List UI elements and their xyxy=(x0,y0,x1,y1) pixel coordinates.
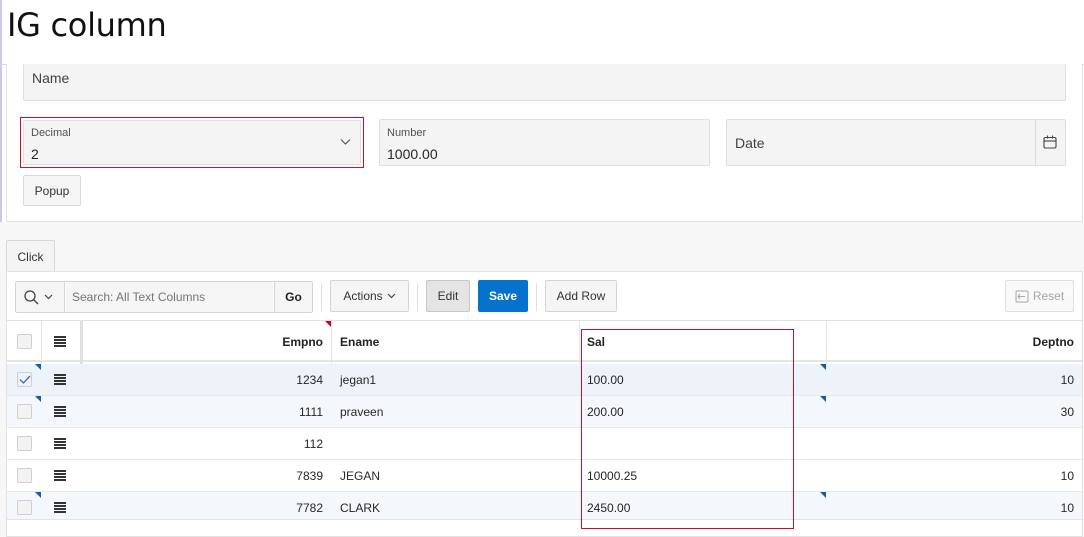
cell-empno[interactable]: 1111 xyxy=(83,396,327,427)
table-row[interactable]: 7782 CLARK 2450.00 10 xyxy=(7,492,1082,519)
row-checkbox[interactable] xyxy=(17,468,32,483)
decimal-value: 2 xyxy=(31,146,39,162)
cell-ename[interactable]: praveen xyxy=(340,396,576,427)
number-value: 1000.00 xyxy=(387,146,438,162)
toolbar-separator xyxy=(321,283,322,311)
number-field[interactable]: Number 1000.00 xyxy=(379,119,710,166)
interactive-grid: Empno Ename Sal Deptno 1234 jegan1 100.0… xyxy=(6,320,1083,520)
calendar-icon[interactable] xyxy=(1043,135,1057,149)
save-button[interactable]: Save xyxy=(478,280,528,312)
cell-ename[interactable]: JEGAN xyxy=(340,460,576,491)
checkmark-icon xyxy=(19,375,31,384)
row-checkbox[interactable] xyxy=(17,436,32,451)
sal-column-highlight xyxy=(581,329,794,529)
cell-deptno[interactable]: 10 xyxy=(828,460,1074,491)
date-field[interactable]: Date xyxy=(726,119,1066,166)
cell-ename[interactable]: CLARK xyxy=(340,492,576,519)
table-row[interactable]: 112 xyxy=(7,428,1082,459)
row-checkbox[interactable] xyxy=(17,404,32,419)
chevron-down-icon xyxy=(340,139,351,145)
actions-menu-button[interactable]: Actions xyxy=(330,280,409,312)
changed-row-marker xyxy=(35,364,41,370)
name-field[interactable]: Name xyxy=(23,64,1066,101)
cell-ename[interactable] xyxy=(340,428,576,459)
changed-row-marker xyxy=(35,396,41,402)
row-actions-icon[interactable] xyxy=(54,406,66,417)
changed-cell-marker xyxy=(820,396,826,402)
click-button[interactable]: Click xyxy=(6,240,55,272)
chevron-down-icon xyxy=(44,294,53,300)
actions-label: Actions xyxy=(343,289,383,303)
date-divider xyxy=(1035,120,1036,165)
row-checkbox[interactable] xyxy=(17,500,32,515)
cell-empno[interactable]: 7839 xyxy=(83,460,327,491)
row-checkbox[interactable] xyxy=(17,372,32,387)
decimal-select[interactable]: Decimal 2 xyxy=(23,120,361,165)
decimal-label: Decimal xyxy=(31,127,71,139)
cell-deptno[interactable] xyxy=(828,428,1074,459)
grid-footer xyxy=(6,520,1083,537)
go-button[interactable]: Go xyxy=(274,282,312,312)
cell-empno[interactable]: 112 xyxy=(83,428,327,459)
page-title: IG column xyxy=(7,6,167,44)
date-label: Date xyxy=(735,135,765,151)
reset-button[interactable]: Reset xyxy=(1005,280,1074,312)
add-row-button[interactable]: Add Row xyxy=(545,280,617,312)
cell-deptno[interactable]: 10 xyxy=(828,492,1074,519)
number-label: Number xyxy=(387,127,427,139)
chevron-down-icon xyxy=(387,293,396,299)
search-input[interactable] xyxy=(66,282,273,312)
edit-toggle-button[interactable]: Edit xyxy=(426,280,470,312)
cell-empno[interactable]: 7782 xyxy=(83,492,327,519)
select-all-checkbox[interactable] xyxy=(17,334,32,349)
changed-cell-marker xyxy=(820,364,826,370)
cell-ename[interactable]: jegan1 xyxy=(340,364,576,395)
cell-deptno[interactable]: 30 xyxy=(828,396,1074,427)
toolbar-separator xyxy=(536,283,537,311)
cell-empno[interactable]: 1234 xyxy=(83,364,327,395)
toolbar-separator xyxy=(417,283,418,311)
header-ename[interactable]: Ename xyxy=(340,321,580,362)
row-actions-icon[interactable] xyxy=(54,374,66,385)
search-icon xyxy=(24,290,39,305)
search-bar: Go xyxy=(15,281,313,313)
row-actions-icon[interactable] xyxy=(54,470,66,481)
changed-cell-marker xyxy=(820,492,826,498)
row-actions-icon[interactable] xyxy=(54,502,66,513)
header-empno[interactable]: Empno xyxy=(83,321,327,362)
search-column-selector[interactable] xyxy=(16,282,65,312)
reset-icon xyxy=(1015,290,1029,302)
table-row[interactable]: 7839 JEGAN 10000.25 10 xyxy=(7,460,1082,491)
table-row[interactable]: 1111 praveen 200.00 30 xyxy=(7,396,1082,427)
row-actions-icon[interactable] xyxy=(54,438,66,449)
popup-button[interactable]: Popup xyxy=(23,175,81,206)
table-row[interactable]: 1234 jegan1 100.00 10 xyxy=(7,364,1082,395)
cell-deptno[interactable]: 10 xyxy=(828,364,1074,395)
changed-row-marker xyxy=(35,492,41,498)
reset-label: Reset xyxy=(1032,289,1065,303)
name-label: Name xyxy=(32,70,70,86)
header-deptno[interactable]: Deptno xyxy=(828,321,1074,362)
row-actions-header-icon xyxy=(54,336,66,347)
